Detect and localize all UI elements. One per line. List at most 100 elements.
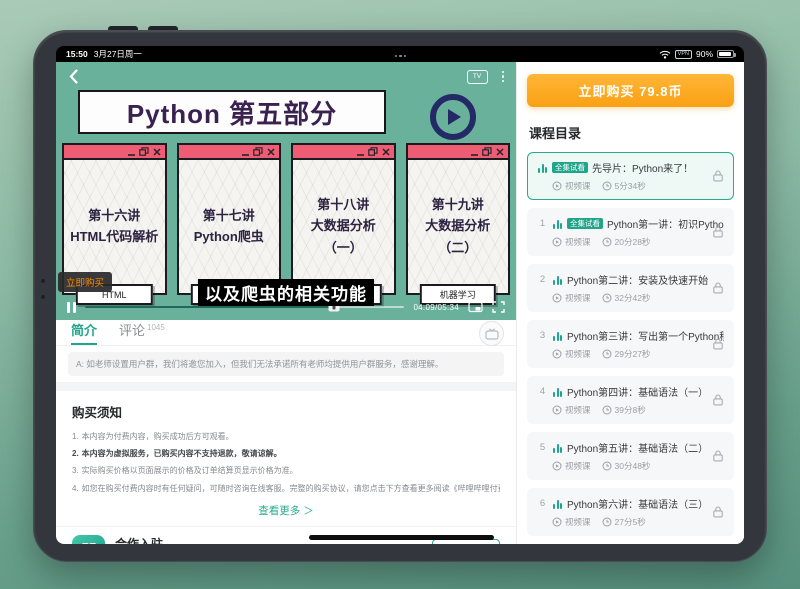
battery-icon <box>717 50 734 58</box>
play-overlay-button[interactable] <box>430 94 476 140</box>
lesson-duration: 29分27秒 <box>615 348 651 360</box>
clock-icon <box>602 293 612 303</box>
window-body: 第十八讲大数据分析（一） <box>293 160 394 293</box>
lesson-item[interactable]: 4 Python第四讲：基础语法（一） 视频课 39分8秒 <box>527 376 734 424</box>
lesson-list: 全集试看 先导片：Python来了！ 视频课 5分34秒 1 全集试看 Pyth… <box>527 152 734 544</box>
notice-list: 1.本内容为付费内容，购买成功后方可观看。2.本内容为虚拟服务，已购买内容不支持… <box>72 428 500 497</box>
clock-icon <box>602 181 612 191</box>
notice-item: 1.本内容为付费内容，购买成功后方可观看。 <box>72 428 500 445</box>
window-titlebar <box>293 145 394 160</box>
vpn-badge: VPN <box>675 50 692 59</box>
minimize-icon <box>128 148 135 156</box>
lesson-item[interactable]: 3 Python第三讲：写出第一个Python程序 视频课 29分27秒 <box>527 320 734 368</box>
video-type-icon <box>552 461 562 471</box>
lesson-title: Python第六讲：基础语法（三） <box>567 496 708 511</box>
fullscreen-icon[interactable] <box>492 301 505 313</box>
playing-indicator-icon <box>537 163 548 173</box>
lesson-duration: 27分5秒 <box>615 516 646 528</box>
lock-icon <box>712 282 724 295</box>
purchase-notice: 购买须知 1.本内容为付费内容，购买成功后方可观看。2.本内容为虚拟服务，已购买… <box>56 391 516 526</box>
front-camera-dot <box>41 279 45 283</box>
card-title-line: （二） <box>438 238 477 258</box>
lesson-type: 视频课 <box>565 404 591 416</box>
close-icon <box>153 148 161 156</box>
notice-item: 3.实际购买价格以页面展示的价格及订单结算页显示价格为准。 <box>72 462 500 479</box>
status-date: 3月27日周一 <box>94 48 142 60</box>
cast-tv-icon[interactable]: TV <box>467 70 488 84</box>
window-titlebar <box>408 145 509 160</box>
lesson-item[interactable]: 全集试看 先导片：Python来了！ 视频课 5分34秒 <box>527 152 734 200</box>
video-title-banner: Python 第五部分 <box>78 90 386 134</box>
course-sidebar: 立即购买 79.8币 课程目录 全集试看 先导片：Python来了！ 视频课 5… <box>516 62 744 544</box>
buy-now-button[interactable]: 立即购买 79.8币 <box>527 74 734 107</box>
video-type-icon <box>552 517 562 527</box>
trial-badge: 全集试看 <box>552 162 588 174</box>
floating-widget[interactable] <box>479 321 504 346</box>
home-indicator[interactable] <box>309 535 494 540</box>
tab-comments[interactable]: 评论1045 <box>119 320 165 345</box>
main-column: TV Python 第五部分 第十六讲HTML代码解析 HTML <box>56 62 516 544</box>
window-titlebar <box>179 145 280 160</box>
close-icon <box>267 148 275 156</box>
ipad-frame: 15:50 3月27日周一 VPN 90% <box>33 30 767 562</box>
status-bar: 15:50 3月27日周一 VPN 90% <box>56 46 744 62</box>
window-body: 第十七讲Python爬虫 <box>179 160 280 293</box>
close-icon <box>496 148 504 156</box>
mini-tv-icon <box>485 328 499 340</box>
more-menu-icon[interactable] <box>502 71 505 83</box>
restore-icon <box>368 147 378 156</box>
lesson-meta: 视频课 27分5秒 <box>537 516 724 528</box>
lesson-duration: 39分8秒 <box>615 404 646 416</box>
lesson-title: Python第五讲：基础语法（二） <box>567 440 708 455</box>
lesson-item[interactable]: 1 全集试看 Python第一讲：初识Python 视频课 20分28秒 <box>527 208 734 256</box>
close-icon <box>382 148 390 156</box>
video-player[interactable]: TV Python 第五部分 第十六讲HTML代码解析 HTML <box>56 62 516 320</box>
minimize-icon <box>471 148 478 156</box>
card-title-line: 第十九讲 <box>432 195 484 215</box>
lesson-title: Python第三讲：写出第一个Python程序 <box>567 328 724 343</box>
lock-icon <box>712 226 724 239</box>
lesson-item[interactable]: 2 Python第二讲：安装及快速开始 视频课 32分42秒 <box>527 264 734 312</box>
section-divider <box>56 382 516 391</box>
lock-icon <box>712 506 724 519</box>
window-titlebar <box>64 145 165 160</box>
wifi-icon <box>659 50 671 59</box>
retro-window-card: 第十八讲大数据分析（一） <box>291 143 396 295</box>
lesson-type: 视频课 <box>565 292 591 304</box>
seek-fill <box>85 306 334 309</box>
lesson-item[interactable]: 6 Python第六讲：基础语法（三） 视频课 27分5秒 <box>527 488 734 536</box>
lock-icon <box>712 170 724 183</box>
minimize-icon <box>242 148 249 156</box>
lesson-index: 3 <box>537 330 548 341</box>
lesson-meta: 视频课 5分34秒 <box>537 180 724 192</box>
video-type-icon <box>552 181 562 191</box>
video-type-icon <box>552 237 562 247</box>
lesson-type: 视频课 <box>565 516 591 528</box>
pause-button[interactable] <box>67 302 76 313</box>
lesson-duration: 32分42秒 <box>615 292 651 304</box>
playing-indicator-icon <box>552 331 563 341</box>
pip-icon[interactable] <box>468 301 483 313</box>
qa-note: A: 如老师设置用户群，我们将邀您加入，但我们无法承诺所有老师均提供用户群服务，… <box>68 352 504 376</box>
lesson-index: 5 <box>537 442 548 453</box>
status-time: 15:50 <box>66 49 88 59</box>
playing-indicator-icon <box>552 387 563 397</box>
lesson-type: 视频课 <box>565 180 591 192</box>
lesson-duration: 5分34秒 <box>615 180 646 192</box>
video-type-icon <box>552 293 562 303</box>
buy-toast[interactable]: 立即购买 <box>58 272 112 292</box>
notice-title: 购买须知 <box>72 402 500 421</box>
seek-bar[interactable] <box>85 306 404 309</box>
restore-icon <box>482 147 492 156</box>
minimize-icon <box>357 148 364 156</box>
clock-icon <box>602 517 612 527</box>
lesson-meta: 视频课 29分27秒 <box>537 348 724 360</box>
view-more-link[interactable]: 查看更多 ＞ <box>72 503 500 518</box>
tab-intro[interactable]: 简介 <box>71 320 97 345</box>
lesson-item[interactable]: 5 Python第五讲：基础语法（二） 视频课 30分48秒 <box>527 432 734 480</box>
slide-cards: 第十六讲HTML代码解析 HTML 第十七讲Python爬虫 第十八讲大数据分析… <box>62 143 510 295</box>
back-icon[interactable] <box>68 68 79 85</box>
video-subtitle: 以及爬虫的相关功能 <box>198 279 374 306</box>
lesson-meta: 视频课 39分8秒 <box>537 404 724 416</box>
playing-indicator-icon <box>552 499 563 509</box>
